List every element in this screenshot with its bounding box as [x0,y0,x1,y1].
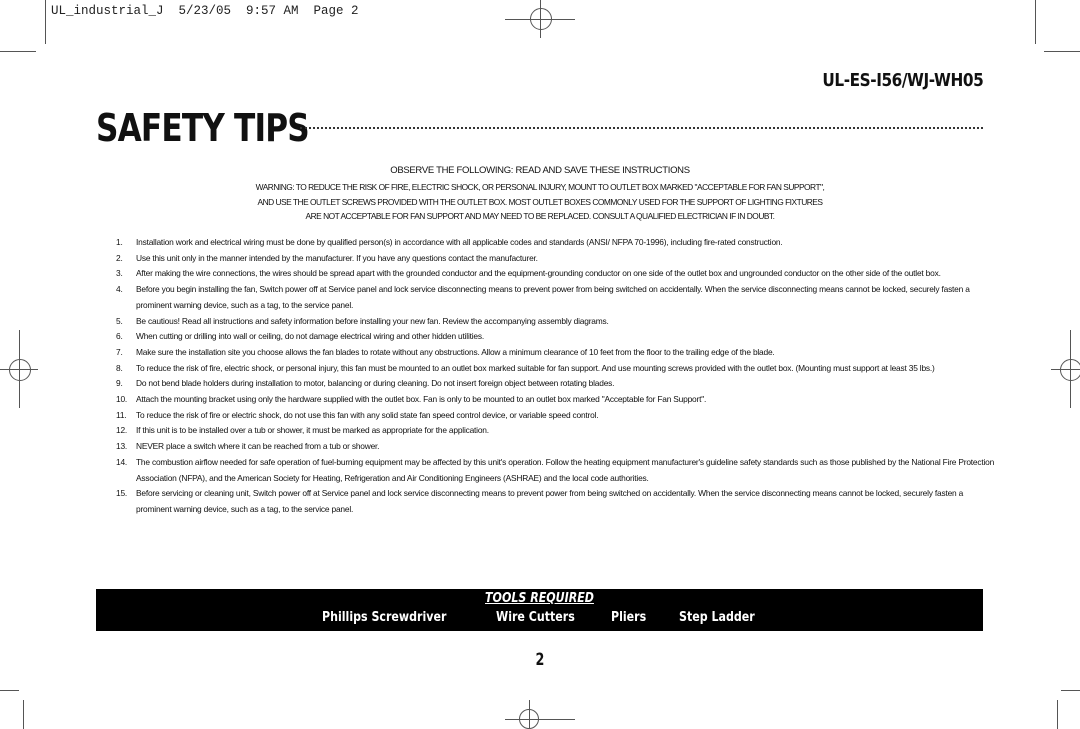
item-number: 5. [116,315,123,326]
warning-line: ARE NOT ACCEPTABLE FOR FAN SUPPORT AND M… [305,211,775,221]
print-slug: UL_industrial_J 5/23/05 9:57 AM Page 2 [51,4,359,18]
item-text: Attach the mounting bracket using only t… [136,394,707,405]
page-number: 2 [535,650,545,670]
registration-circle-icon [9,359,31,381]
list-item: 5. Be cautious! Read all instructions and… [116,314,996,330]
list-item: 11. To reduce the risk of fire or electri… [116,408,996,424]
tool-item: Wire Cutters [496,610,575,625]
list-item: 12. If this unit is to be installed over … [116,423,996,439]
warning-block: WARNING: TO REDUCE THE RISK OF FIRE, ELE… [0,180,1080,224]
item-number: 3. [116,268,123,279]
item-text: Before you begin installing the fan, Swi… [136,284,970,310]
warning-line: WARNING: TO REDUCE THE RISK OF FIRE, ELE… [255,182,825,192]
crop-mark [1035,0,1036,44]
model-number: UL-ES-I56/WJ-WH05 [822,70,983,91]
list-item: 10. Attach the mounting bracket using onl… [116,392,996,408]
tool-item: Phillips Screwdriver [322,610,447,625]
item-text: Before servicing or cleaning unit, Switc… [136,488,964,514]
crop-mark [1061,690,1080,691]
item-text: Make sure the installation site you choo… [136,346,775,357]
item-text: To reduce the risk of fire, electric sho… [136,362,935,373]
list-item: 2. Use this unit only in the manner inten… [116,251,996,267]
title-dotted-rule [300,127,983,129]
crop-mark [0,51,36,52]
crop-mark [1057,700,1058,729]
list-item: 9. Do not bend blade holders during insta… [116,376,996,392]
item-number: 14. [116,456,128,467]
safety-tips-list: 1. Installation work and electrical wirin… [116,235,996,518]
registration-circle-icon [519,709,539,729]
item-text: Be cautious! Read all instructions and s… [136,315,609,326]
item-number: 2. [116,252,123,263]
page-title: SAFETY TIPS [96,106,310,150]
item-number: 9. [116,378,123,389]
registration-circle-icon [1060,359,1080,381]
list-item: 3. After making the wire connections, the… [116,266,996,282]
list-item: 6. When cutting or drilling into wall or … [116,329,996,345]
list-item: 8. To reduce the risk of fire, electric s… [116,361,996,377]
item-number: 4. [116,284,123,295]
item-number: 13. [116,441,128,452]
tools-required-bar: TOOLS REQUIRED Phillips Screwdriver Wire… [96,589,983,631]
registration-circle-icon [530,8,552,30]
item-text: Do not bend blade holders during install… [136,378,615,389]
crop-mark [23,700,24,729]
list-item: 15. Before servicing or cleaning unit, Sw… [116,486,996,517]
item-number: 12. [116,425,128,436]
item-number: 7. [116,346,123,357]
warning-line: AND USE THE OUTLET SCREWS PROVIDED WITH … [257,196,823,207]
item-text: To reduce the risk of fire or electric s… [136,409,599,420]
item-text: The combustion airflow needed for safe o… [136,456,995,483]
tool-item: Pliers [611,610,647,625]
crop-mark [1044,51,1080,52]
list-item: 14. The combustion airflow needed for saf… [116,455,996,486]
list-item: 4. Before you begin installing the fan, S… [116,282,996,313]
item-number: 10. [116,394,128,405]
item-number: 6. [116,331,123,342]
item-text: After making the wire connections, the w… [136,268,941,279]
list-item: 1. Installation work and electrical wirin… [116,235,996,251]
observe-heading: OBSERVE THE FOLLOWING: READ AND SAVE THE… [390,165,690,176]
item-number: 8. [116,362,123,373]
tool-item: Step Ladder [679,610,755,625]
item-number: 15. [116,488,128,499]
list-item: 7. Make sure the installation site you ch… [116,345,996,361]
item-text: Installation work and electrical wiring … [136,237,783,247]
item-number: 11. [116,409,127,420]
item-text: If this unit is to be installed over a t… [136,425,489,436]
crop-mark [0,690,19,691]
item-text: When cutting or drilling into wall or ce… [136,331,484,342]
registration-mark [505,719,575,720]
tools-required-title: TOOLS REQUIRED [485,591,594,606]
item-number: 1. [116,237,123,247]
item-text: NEVER place a switch where it can be rea… [136,441,380,452]
list-item: 13. NEVER place a switch where it can be … [116,439,996,455]
crop-mark [45,0,46,44]
item-text: Use this unit only in the manner intende… [136,252,538,263]
